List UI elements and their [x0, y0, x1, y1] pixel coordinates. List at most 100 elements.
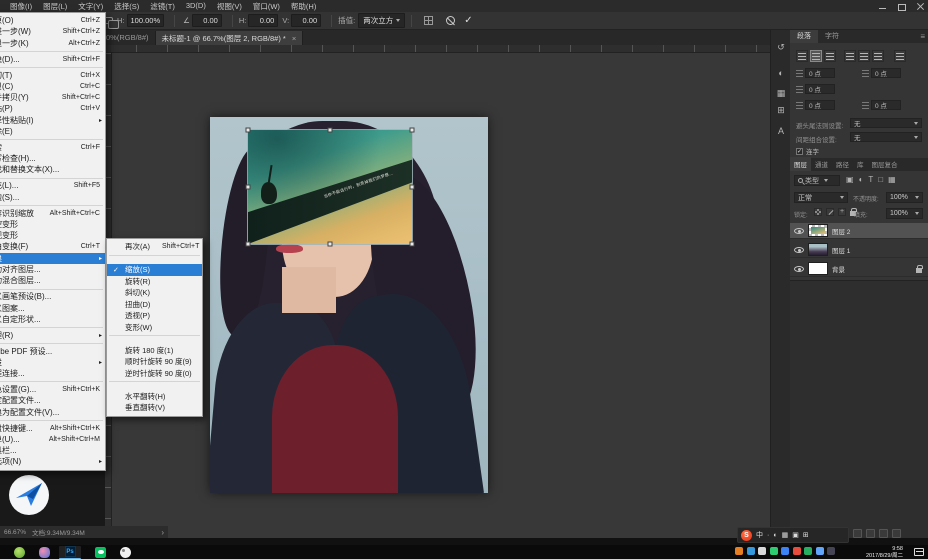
tab-paragraph[interactable]: 段落 — [790, 29, 818, 43]
left-indent-field[interactable]: 0 点 — [805, 68, 835, 78]
lock-pixels-icon[interactable] — [826, 208, 834, 216]
menu-bar-item[interactable]: 视图(V) — [217, 1, 242, 12]
menu-item[interactable]: 定义图案... — [0, 302, 105, 313]
menu-item[interactable]: 菜单(U)... Alt+Shift+Ctrl+M — [0, 434, 105, 445]
space-before-field[interactable]: 0 点 — [805, 100, 835, 110]
menu-bar-item[interactable]: 窗口(W) — [253, 1, 280, 12]
video-app-icon[interactable] — [39, 547, 50, 558]
tab-layer-comps[interactable]: 图层复合 — [868, 157, 902, 171]
horizontal-ruler[interactable]: 0501001502002503003504004505005506006507… — [105, 45, 770, 53]
justify-last-left-button[interactable] — [844, 50, 856, 62]
volume-icon[interactable] — [758, 547, 766, 555]
layer-thumbnail[interactable] — [808, 243, 828, 256]
submenu-item[interactable]: 斜切(K) — [107, 287, 202, 299]
submenu-item[interactable]: 扭曲(D) — [107, 299, 202, 311]
menu-bar-item[interactable]: 文字(Y) — [78, 1, 103, 12]
graphics-icon[interactable] — [827, 547, 835, 555]
menu-bar-item[interactable]: 图像(I) — [10, 1, 32, 12]
interpolation-select[interactable]: 两次立方 — [358, 13, 405, 28]
menu-item[interactable]: 自由变换(F) Ctrl+T — [0, 241, 105, 252]
green-dot-icon[interactable] — [804, 547, 812, 555]
action-center-icon[interactable] — [914, 548, 924, 556]
align-right-button[interactable] — [824, 50, 836, 62]
submenu-item[interactable]: 顺时针旋转 90 度(9) — [107, 356, 202, 368]
visibility-eye-icon[interactable] — [794, 228, 804, 234]
layer-filter-icon[interactable]: ▦ — [888, 175, 896, 184]
opacity-field[interactable]: 100% — [886, 192, 923, 203]
menu-item[interactable]: 透视变形 — [0, 230, 105, 241]
tab-layers[interactable]: 图层 — [790, 157, 811, 171]
panel-menu-icon[interactable]: ≡ — [920, 32, 925, 41]
menu-item[interactable]: 颜色设置(G)... Shift+Ctrl+K — [0, 384, 105, 395]
tab-paths[interactable]: 路径 — [832, 157, 853, 171]
menu-item[interactable]: 清除(E) — [0, 126, 105, 137]
menu-item[interactable]: 远程连接... — [0, 368, 105, 379]
submenu-item[interactable]: 变形(W) — [107, 322, 202, 334]
sogou-logo-icon[interactable]: S — [741, 530, 752, 541]
submenu-item[interactable]: 旋转(R) — [107, 276, 202, 288]
clone-source-icon[interactable]: ⊞ — [771, 105, 791, 116]
vskew-field[interactable]: 0.00 — [291, 14, 321, 27]
fill-field[interactable]: 100% — [886, 208, 923, 219]
menu-item[interactable]: 自动对齐图层... — [0, 264, 105, 275]
tab-libraries[interactable]: 库 — [853, 157, 868, 171]
shield-icon[interactable] — [781, 547, 789, 555]
layer-row-1[interactable]: 图层 1 — [790, 242, 928, 258]
align-left-button[interactable] — [796, 50, 808, 62]
menu-bar-item[interactable]: 帮助(H) — [291, 1, 316, 12]
lock-transparency-icon[interactable] — [814, 208, 822, 216]
submenu-item[interactable]: 透视(P) — [107, 310, 202, 322]
transform-handle[interactable] — [410, 185, 415, 190]
transform-handle[interactable] — [410, 242, 415, 247]
menu-bar-item[interactable]: 3D(D) — [186, 1, 206, 12]
align-center-button[interactable] — [810, 50, 822, 62]
submenu-item[interactable]: 旋转 180 度(1) — [107, 345, 202, 357]
menu-item[interactable]: 指定配置文件... — [0, 395, 105, 406]
menu-item[interactable]: 转换为配置文件(V)... — [0, 407, 105, 418]
menu-item[interactable]: 描边(S)... — [0, 192, 105, 203]
zoom-level[interactable]: 66.67% — [4, 529, 26, 536]
close-tab-icon[interactable]: × — [292, 34, 296, 43]
menu-item[interactable]: 变换 — [0, 253, 105, 264]
transform-handle[interactable] — [328, 128, 333, 133]
layer-filter-icon[interactable]: □ — [878, 175, 883, 184]
menu-item[interactable]: 选择性粘贴(I) — [0, 115, 105, 126]
justify-last-center-button[interactable] — [858, 50, 870, 62]
menu-item[interactable]: Adobe PDF 预设... — [0, 345, 105, 356]
document-canvas[interactable]: 当你不能远行时，别丢掉我们的梦想… — [210, 117, 488, 493]
layer-thumbnail[interactable] — [808, 262, 828, 275]
menu-item[interactable]: 还原(O) Ctrl+Z — [0, 15, 105, 26]
menu-item[interactable]: 清理(R) — [0, 330, 105, 341]
transform-handle[interactable] — [246, 128, 251, 133]
menu-item[interactable]: 定义画笔预设(B)... — [0, 291, 105, 302]
pasted-image-layer[interactable]: 当你不能远行时，别丢掉我们的梦想… — [248, 130, 412, 244]
toolbox-icon[interactable]: ⊞ — [803, 531, 809, 539]
menu-item[interactable]: 键盘快捷键... Alt+Shift+Ctrl+K — [0, 422, 105, 433]
restore-icon[interactable] — [897, 2, 906, 11]
finance-app-icon[interactable] — [14, 547, 25, 558]
notes-icon[interactable] — [892, 529, 901, 538]
security-icon[interactable] — [735, 547, 743, 555]
hyphenate-checkbox[interactable]: ✓ — [796, 148, 803, 155]
transform-handle[interactable] — [328, 242, 333, 247]
reference-point-icon[interactable] — [424, 16, 433, 25]
mojikumi-select[interactable]: 无 — [850, 132, 922, 142]
ime-mode-icon[interactable]: 中 — [756, 530, 763, 540]
minimize-icon[interactable] — [878, 2, 887, 11]
visibility-eye-icon[interactable] — [794, 247, 804, 253]
layer-filter-icon[interactable]: ◐ — [859, 175, 864, 184]
height-scale-field[interactable]: 100.00% — [127, 14, 165, 27]
submenu-item[interactable]: 再次(A) Shift+Ctrl+T — [107, 241, 202, 253]
display-icon[interactable] — [747, 547, 755, 555]
folder-icon[interactable] — [866, 529, 875, 538]
close-icon[interactable] — [916, 2, 925, 11]
menu-item[interactable]: 合并拷贝(Y) Shift+Ctrl+C — [0, 92, 105, 103]
menu-item[interactable]: 操控变形 — [0, 219, 105, 230]
menu-item[interactable]: 粘贴(P) Ctrl+V — [0, 103, 105, 114]
cancel-transform-icon[interactable] — [446, 16, 455, 25]
menu-item[interactable]: 首选项(N) — [0, 456, 105, 467]
justify-last-right-button[interactable] — [872, 50, 884, 62]
transform-handle[interactable] — [410, 128, 415, 133]
submenu-item[interactable]: 垂直翻转(V) — [107, 402, 202, 414]
punctuation-icon[interactable]: · — [767, 532, 769, 539]
